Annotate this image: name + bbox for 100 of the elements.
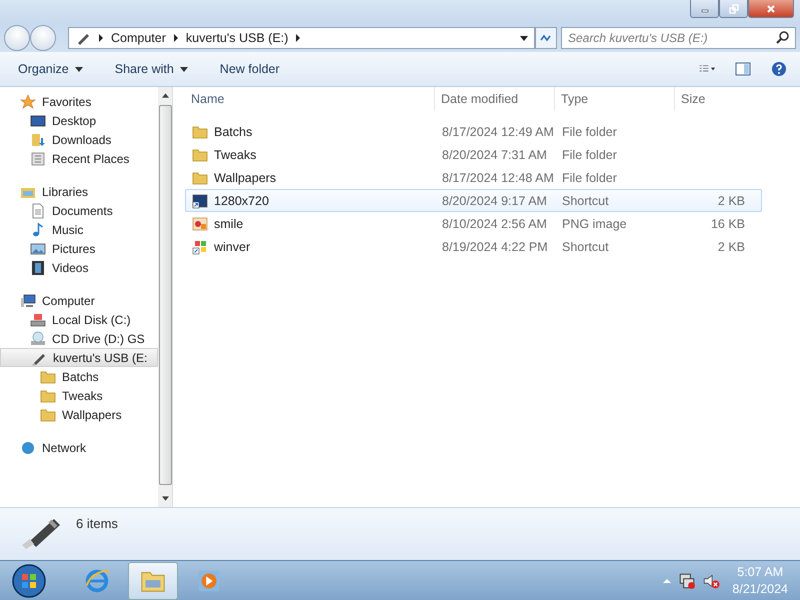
restore-button[interactable]: [719, 0, 748, 18]
close-icon: [766, 4, 776, 14]
navigation-item[interactable]: kuvertu's USB (E:: [0, 348, 158, 367]
folder-icon: [192, 124, 208, 140]
navigation-item[interactable]: Desktop: [0, 111, 158, 130]
navigation-item[interactable]: Computer: [0, 291, 158, 310]
search-box[interactable]: Search kuvertu's USB (E:): [561, 27, 796, 49]
file-name: 1280x720: [214, 194, 269, 208]
file-name: winver: [214, 240, 250, 254]
search-icon[interactable]: [775, 30, 791, 46]
computer-icon: [20, 292, 36, 308]
file-type: File folder: [562, 170, 617, 184]
dropdown-arrow-icon: [520, 36, 528, 40]
scroll-down-arrow-icon[interactable]: [162, 496, 168, 501]
file-name: Tweaks: [214, 148, 256, 162]
help-icon: [771, 61, 787, 77]
drive-icon: [30, 312, 46, 328]
folder-icon: [192, 146, 208, 162]
refresh-button[interactable]: [535, 27, 557, 49]
column-header[interactable]: Date modified: [435, 87, 555, 111]
folder-icon: [192, 170, 208, 186]
browser-e-icon: [83, 567, 111, 595]
window-logo-shortcut-icon: [192, 238, 208, 254]
file-row[interactable]: Tweaks 8/20/2024 7:31 AM File folder: [185, 143, 762, 166]
clock-time: 5:07 AM: [737, 564, 784, 581]
scrollbar-thumb[interactable]: [158, 105, 172, 485]
toolbar-button[interactable]: Organize: [10, 58, 91, 80]
forward-button[interactable]: [30, 25, 56, 51]
navigation-item[interactable]: Music: [0, 220, 158, 239]
file-size: 2 KB: [718, 194, 745, 208]
navigation-item[interactable]: Downloads: [0, 130, 158, 149]
toolbar-button[interactable]: New folder: [212, 58, 288, 80]
address-bar[interactable]: Computer kuvertu's USB (E:): [68, 27, 535, 49]
column-header[interactable]: Type: [555, 87, 675, 111]
navigation-item[interactable]: Recent Places: [0, 149, 158, 168]
navigation-item[interactable]: Tweaks: [0, 386, 158, 405]
file-row[interactable]: Batchs 8/17/2024 12:49 AM File folder: [185, 120, 762, 143]
column-header[interactable]: Name: [185, 87, 435, 111]
navigation-item[interactable]: Videos: [0, 258, 158, 277]
file-row[interactable]: Wallpapers 8/17/2024 12:48 AM File folder: [185, 166, 762, 189]
restore-icon: [728, 4, 738, 14]
breadcrumb[interactable]: Computer: [111, 31, 166, 45]
toolbar-button[interactable]: Share with: [106, 58, 196, 80]
shortcut-icon: [192, 192, 208, 208]
disc-drive-icon: [30, 330, 46, 346]
close-button[interactable]: [748, 0, 794, 18]
navigation-item[interactable]: Favorites: [0, 92, 158, 111]
file-size: 16 KB: [710, 216, 745, 230]
film-strip-icon: [30, 260, 46, 276]
speaker-muted-icon[interactable]: [702, 572, 720, 590]
date-modified: 8/10/2024 2:56 AM: [442, 216, 547, 230]
breadcrumb[interactable]: kuvertu's USB (E:): [186, 31, 288, 45]
navigation-item[interactable]: Documents: [0, 201, 158, 220]
caret-icon: [180, 66, 188, 72]
navigation-item[interactable]: CD Drive (D:) GS: [0, 329, 158, 348]
column-header[interactable]: Size: [675, 87, 750, 111]
document-grid-icon: [30, 150, 46, 166]
caret-icon: [74, 66, 83, 72]
taskbar-app-button[interactable]: [128, 562, 178, 600]
scrollbar[interactable]: [158, 87, 172, 507]
file-name: smile: [214, 216, 244, 230]
navigation-item[interactable]: Pictures: [0, 239, 158, 258]
date-modified: 8/17/2024 12:49 AM: [442, 124, 554, 138]
clock-date: 8/21/2024: [732, 581, 788, 598]
minimize-button[interactable]: [690, 0, 719, 18]
file-name: Wallpapers: [214, 170, 276, 184]
network-disconnected-icon[interactable]: [678, 572, 696, 590]
picture-icon: [30, 240, 46, 256]
file-type: PNG image: [562, 216, 627, 230]
file-name: Batchs: [214, 124, 252, 138]
back-button[interactable]: [4, 25, 30, 51]
image-file-icon: [192, 216, 208, 232]
file-row[interactable]: 1280x720 8/20/2024 9:17 AM Shortcut 2 KB: [185, 189, 762, 212]
chevron-right-icon: [98, 34, 104, 42]
document-icon: [30, 202, 46, 218]
star-icon: [20, 94, 36, 110]
windows-logo-icon: [11, 563, 47, 599]
navigation-item[interactable]: Local Disk (C:): [0, 310, 158, 329]
folder-arrow-icon: [30, 132, 46, 148]
file-size: 2 KB: [718, 240, 745, 254]
chevron-right-icon: [295, 34, 302, 42]
file-type: File folder: [562, 124, 617, 138]
date-modified: 8/20/2024 7:31 AM: [442, 148, 547, 162]
file-type: Shortcut: [562, 240, 609, 254]
file-row[interactable]: winver 8/19/2024 4:22 PM Shortcut 2 KB: [185, 235, 762, 258]
folder-icon: [40, 388, 56, 404]
date-modified: 8/19/2024 4:22 PM: [442, 240, 548, 254]
navigation-item[interactable]: Network: [0, 438, 158, 457]
navigation-item[interactable]: Batchs: [0, 367, 158, 386]
item-count: 6 items: [76, 516, 118, 531]
date-modified: 8/20/2024 9:17 AM: [442, 194, 547, 208]
file-type: Shortcut: [562, 194, 609, 208]
date-modified: 8/17/2024 12:48 AM: [442, 170, 554, 184]
navigation-item[interactable]: Libraries: [0, 182, 158, 201]
scroll-up-arrow-icon[interactable]: [162, 93, 168, 98]
folder-icon: [40, 406, 56, 422]
file-row[interactable]: smile 8/10/2024 2:56 AM PNG image 16 KB: [185, 212, 762, 235]
navigation-item[interactable]: Wallpapers: [0, 405, 158, 424]
pane-icon: [735, 61, 751, 77]
file-type: File folder: [562, 148, 617, 162]
